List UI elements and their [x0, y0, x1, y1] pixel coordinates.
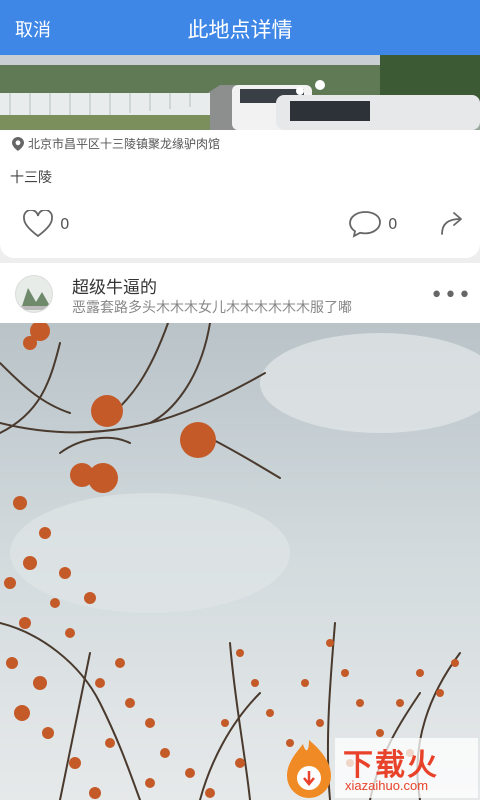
comment-count: 0 — [388, 215, 398, 233]
watermark: 下载火 xiazaihuo.com — [283, 738, 478, 798]
post-card: 超级牛逼的 恶露套路多头木木木女儿木木木木木木服了嘟 ••• 下载火 xiaza… — [0, 263, 480, 800]
header-bar: 取消 此地点详情 — [0, 0, 480, 55]
page-title: 此地点详情 — [187, 18, 293, 42]
like-count: 0 — [60, 215, 70, 233]
comment-icon — [349, 211, 381, 238]
watermark-text: 下载火 xiazaihuo.com — [335, 738, 478, 798]
avatar[interactable] — [15, 275, 53, 313]
post-photo[interactable]: 下载火 xiazaihuo.com — [0, 323, 480, 800]
address-text: 北京市昌平区十三陵镇聚龙缘驴肉馆 — [28, 137, 221, 151]
location-pin-icon — [12, 136, 24, 151]
brand-logo-icon — [283, 738, 335, 798]
location-card: 北京市昌平区十三陵镇聚龙缘驴肉馆 十三陵 0 0 — [0, 55, 480, 258]
share-icon — [441, 212, 462, 235]
share-button[interactable] — [438, 210, 466, 236]
comment-button[interactable]: 0 — [348, 210, 398, 238]
username[interactable]: 超级牛逼的 — [72, 273, 157, 298]
heart-icon — [23, 210, 53, 238]
more-options-icon[interactable]: ••• — [430, 283, 472, 308]
post-description: 恶露套路多头木木木女儿木木木木木木服了嘟 — [72, 300, 352, 316]
watermark-domain: xiazaihuo.com — [345, 778, 429, 793]
address-row: 北京市昌平区十三陵镇聚龙缘驴肉馆 — [12, 135, 220, 152]
place-name: 十三陵 — [10, 170, 52, 186]
location-photo[interactable] — [0, 55, 480, 130]
like-button[interactable]: 0 — [22, 210, 70, 238]
